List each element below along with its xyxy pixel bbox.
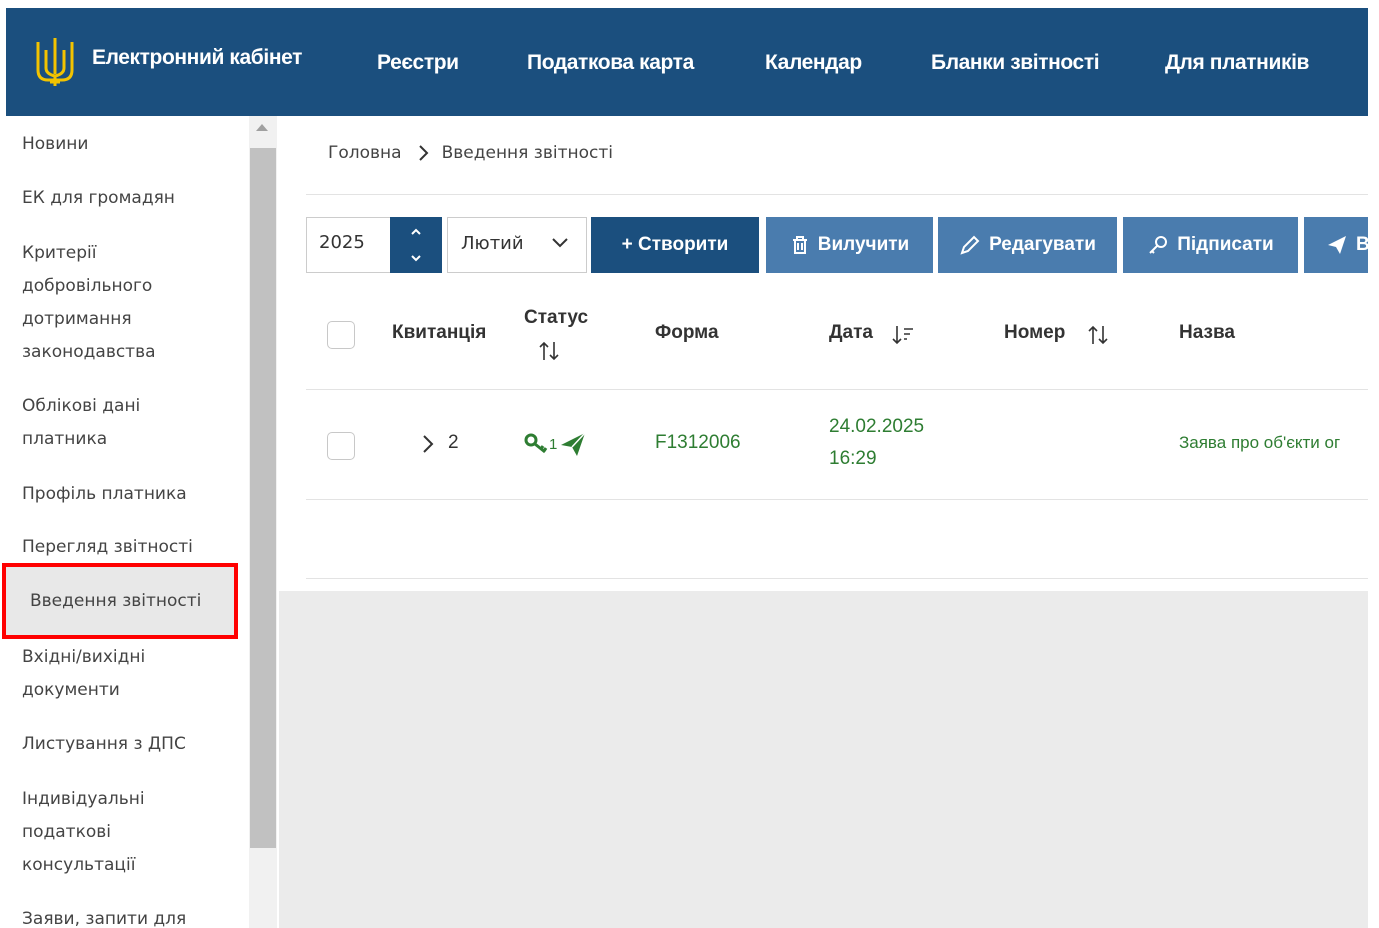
sidebar-item-enter-reports[interactable]: Введення звітності (2, 563, 238, 639)
chevron-down-icon[interactable] (410, 252, 422, 264)
edit-button-label: Редагувати (989, 234, 1096, 255)
create-button[interactable]: + Створити (591, 217, 759, 273)
sidebar-item-applications[interactable]: Заяви, запити для (22, 903, 222, 928)
form-code-link[interactable]: F1312006 (655, 432, 741, 454)
row-date: 24.02.2025 (829, 416, 925, 437)
divider (306, 578, 1368, 579)
brand-title[interactable]: Електронний кабінет (92, 46, 302, 70)
sidebar-item-ek-citizens[interactable]: ЕК для громадян (22, 182, 222, 215)
sort-descending-icon[interactable] (891, 324, 915, 346)
breadcrumb: Головна Введення звітності (328, 143, 613, 163)
sidebar-item-tax-consultations[interactable]: Індивідуальні податкові консультації (22, 783, 222, 882)
chevron-up-icon[interactable] (410, 226, 422, 238)
trident-logo-icon[interactable] (34, 36, 76, 88)
year-stepper[interactable] (390, 217, 442, 273)
paper-plane-icon (1328, 236, 1346, 254)
nav-tax-map[interactable]: Податкова карта (527, 51, 694, 75)
sidebar-item-payer-profile[interactable]: Профіль платника (22, 478, 222, 511)
breadcrumb-home[interactable]: Головна (328, 143, 402, 163)
key-icon (1149, 236, 1168, 254)
sign-button[interactable]: Підписати (1123, 217, 1298, 273)
sort-icon[interactable] (1086, 324, 1110, 346)
scroll-up-arrow-icon[interactable] (256, 124, 268, 131)
divider (306, 389, 1368, 390)
sidebar-item-news[interactable]: Новини (22, 128, 222, 161)
chevron-right-icon[interactable] (420, 430, 436, 458)
status-cell: 1 (523, 428, 593, 460)
column-header-date[interactable]: Дата (829, 322, 873, 344)
column-header-form[interactable]: Форма (655, 322, 719, 344)
paper-plane-icon (561, 432, 586, 456)
delete-button[interactable]: Вилучити (766, 217, 933, 273)
receipt-count: 2 (448, 432, 459, 453)
column-header-number[interactable]: Номер (1004, 322, 1065, 344)
sidebar-scrollbar-thumb[interactable] (250, 148, 276, 848)
edit-button[interactable]: Редагувати (938, 217, 1117, 273)
sidebar-item-compliance-criteria[interactable]: Критерії добровільного дотримання законо… (22, 237, 222, 369)
sidebar-item-incoming-outgoing[interactable]: Вхідні/вихідні документи (22, 641, 222, 707)
column-header-status[interactable]: Статус (524, 307, 588, 329)
column-header-receipt: Квитанція (392, 322, 487, 343)
divider (306, 194, 1368, 195)
divider (306, 499, 1368, 500)
sidebar-item-correspondence[interactable]: Листування з ДПС (22, 728, 222, 761)
send-button-label: В (1356, 234, 1368, 255)
nav-for-payers[interactable]: Для платників (1165, 51, 1309, 75)
key-icon (524, 433, 548, 454)
column-header-name[interactable]: Назва (1179, 322, 1235, 344)
nav-registries[interactable]: Реєстри (377, 51, 459, 75)
trash-icon (792, 236, 807, 254)
sign-button-label: Підписати (1177, 234, 1274, 255)
sidebar-item-view-reports[interactable]: Перегляд звітності (22, 531, 222, 564)
row-checkbox[interactable] (327, 432, 355, 460)
nav-report-forms[interactable]: Бланки звітності (931, 51, 1100, 75)
nav-calendar[interactable]: Календар (765, 51, 862, 75)
row-time: 16:29 (829, 448, 877, 469)
pencil-icon (960, 235, 980, 255)
row-name[interactable]: Заява про об'єкти ог (1179, 433, 1368, 453)
delete-button-label: Вилучити (817, 234, 910, 255)
create-button-label: + Створити (621, 234, 729, 255)
chevron-right-icon (418, 145, 429, 161)
year-input[interactable]: 2025 (306, 217, 390, 273)
chevron-down-icon[interactable] (552, 238, 568, 248)
sort-icon[interactable] (537, 340, 561, 362)
send-button[interactable]: В (1304, 217, 1368, 273)
select-all-checkbox[interactable] (327, 321, 355, 349)
breadcrumb-current: Введення звітності (441, 143, 613, 163)
empty-content-area (279, 591, 1368, 928)
sidebar-item-payer-account-data[interactable]: Облікові дані платника (22, 390, 222, 456)
status-count: 1 (549, 435, 558, 453)
